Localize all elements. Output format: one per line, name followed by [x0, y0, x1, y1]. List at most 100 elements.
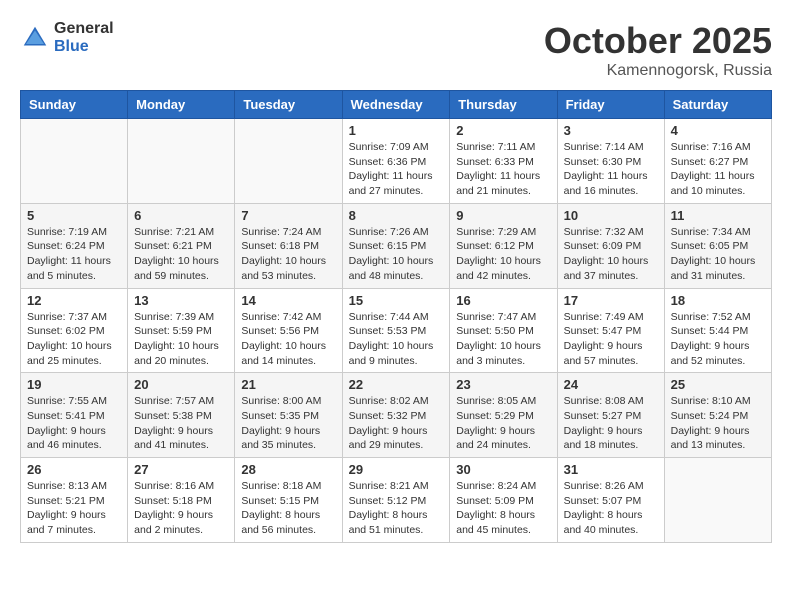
- calendar-week-row: 12 Sunrise: 7:37 AM Sunset: 6:02 PM Dayli…: [21, 288, 772, 373]
- calendar-cell: 10Sunrise: 7:32 AM Sunset: 6:09 PM Dayli…: [557, 203, 664, 288]
- calendar-cell: 29 Sunrise: 8:21 AM Sunset: 5:12 PM Dayli…: [342, 458, 450, 543]
- month-title: October 2025: [544, 20, 772, 62]
- weekday-header: Tuesday: [235, 91, 342, 119]
- calendar: SundayMondayTuesdayWednesdayThursdayFrid…: [20, 90, 772, 543]
- day-number: 14: [241, 293, 335, 308]
- day-info: Sunrise: 7:47 AM Sunset: 5:50 PM Dayligh…: [456, 310, 550, 369]
- calendar-cell: 12 Sunrise: 7:37 AM Sunset: 6:02 PM Dayli…: [21, 288, 128, 373]
- calendar-week-row: 19 Sunrise: 7:55 AM Sunset: 5:41 PM Dayli…: [21, 373, 772, 458]
- calendar-cell: 4Sunrise: 7:16 AM Sunset: 6:27 PM Daylig…: [664, 119, 771, 204]
- day-number: 11: [671, 208, 765, 223]
- calendar-cell: [128, 119, 235, 204]
- calendar-cell: 17Sunrise: 7:49 AM Sunset: 5:47 PM Dayli…: [557, 288, 664, 373]
- day-number: 5: [27, 208, 121, 223]
- calendar-cell: 5 Sunrise: 7:19 AM Sunset: 6:24 PM Daylig…: [21, 203, 128, 288]
- day-number: 7: [241, 208, 335, 223]
- calendar-cell: 14Sunrise: 7:42 AM Sunset: 5:56 PM Dayli…: [235, 288, 342, 373]
- calendar-cell: 9 Sunrise: 7:29 AM Sunset: 6:12 PM Daylig…: [450, 203, 557, 288]
- logo: General Blue: [20, 20, 114, 55]
- day-info: Sunrise: 7:11 AM Sunset: 6:33 PM Dayligh…: [456, 140, 550, 199]
- day-number: 18: [671, 293, 765, 308]
- day-number: 26: [27, 462, 121, 477]
- day-number: 12: [27, 293, 121, 308]
- day-info: Sunrise: 8:16 AM Sunset: 5:18 PM Dayligh…: [134, 479, 228, 538]
- calendar-cell: 6Sunrise: 7:21 AM Sunset: 6:21 PM Daylig…: [128, 203, 235, 288]
- day-info: Sunrise: 7:29 AM Sunset: 6:12 PM Dayligh…: [456, 225, 550, 284]
- day-number: 4: [671, 123, 765, 138]
- calendar-cell: 28 Sunrise: 8:18 AM Sunset: 5:15 PM Dayli…: [235, 458, 342, 543]
- day-info: Sunrise: 7:26 AM Sunset: 6:15 PM Dayligh…: [349, 225, 444, 284]
- calendar-week-row: 26Sunrise: 8:13 AM Sunset: 5:21 PM Dayli…: [21, 458, 772, 543]
- day-info: Sunrise: 8:21 AM Sunset: 5:12 PM Dayligh…: [349, 479, 444, 538]
- weekday-header: Thursday: [450, 91, 557, 119]
- day-info: Sunrise: 8:00 AM Sunset: 5:35 PM Dayligh…: [241, 394, 335, 453]
- day-number: 29: [349, 462, 444, 477]
- day-number: 25: [671, 377, 765, 392]
- calendar-cell: [21, 119, 128, 204]
- calendar-cell: 15 Sunrise: 7:44 AM Sunset: 5:53 PM Dayli…: [342, 288, 450, 373]
- day-info: Sunrise: 7:52 AM Sunset: 5:44 PM Dayligh…: [671, 310, 765, 369]
- day-number: 13: [134, 293, 228, 308]
- day-number: 20: [134, 377, 228, 392]
- day-info: Sunrise: 7:14 AM Sunset: 6:30 PM Dayligh…: [564, 140, 658, 199]
- calendar-cell: 30 Sunrise: 8:24 AM Sunset: 5:09 PM Dayli…: [450, 458, 557, 543]
- day-number: 22: [349, 377, 444, 392]
- calendar-cell: 11 Sunrise: 7:34 AM Sunset: 6:05 PM Dayli…: [664, 203, 771, 288]
- calendar-cell: 20 Sunrise: 7:57 AM Sunset: 5:38 PM Dayli…: [128, 373, 235, 458]
- day-number: 23: [456, 377, 550, 392]
- day-info: Sunrise: 8:24 AM Sunset: 5:09 PM Dayligh…: [456, 479, 550, 538]
- logo-general: General: [54, 20, 114, 38]
- day-number: 2: [456, 123, 550, 138]
- day-info: Sunrise: 7:21 AM Sunset: 6:21 PM Dayligh…: [134, 225, 228, 284]
- day-info: Sunrise: 7:44 AM Sunset: 5:53 PM Dayligh…: [349, 310, 444, 369]
- title-block: October 2025 Kamennogorsk, Russia: [544, 20, 772, 80]
- day-number: 31: [564, 462, 658, 477]
- day-info: Sunrise: 7:57 AM Sunset: 5:38 PM Dayligh…: [134, 394, 228, 453]
- day-number: 1: [349, 123, 444, 138]
- day-info: Sunrise: 8:02 AM Sunset: 5:32 PM Dayligh…: [349, 394, 444, 453]
- day-info: Sunrise: 8:08 AM Sunset: 5:27 PM Dayligh…: [564, 394, 658, 453]
- day-info: Sunrise: 7:55 AM Sunset: 5:41 PM Dayligh…: [27, 394, 121, 453]
- calendar-cell: 21 Sunrise: 8:00 AM Sunset: 5:35 PM Dayli…: [235, 373, 342, 458]
- day-number: 21: [241, 377, 335, 392]
- day-info: Sunrise: 8:18 AM Sunset: 5:15 PM Dayligh…: [241, 479, 335, 538]
- calendar-cell: 26Sunrise: 8:13 AM Sunset: 5:21 PM Dayli…: [21, 458, 128, 543]
- weekday-header: Saturday: [664, 91, 771, 119]
- weekday-header: Wednesday: [342, 91, 450, 119]
- day-info: Sunrise: 7:49 AM Sunset: 5:47 PM Dayligh…: [564, 310, 658, 369]
- day-info: Sunrise: 7:19 AM Sunset: 6:24 PM Dayligh…: [27, 225, 121, 284]
- day-info: Sunrise: 7:39 AM Sunset: 5:59 PM Dayligh…: [134, 310, 228, 369]
- day-info: Sunrise: 7:34 AM Sunset: 6:05 PM Dayligh…: [671, 225, 765, 284]
- logo-icon: [20, 23, 50, 53]
- day-info: Sunrise: 7:37 AM Sunset: 6:02 PM Dayligh…: [27, 310, 121, 369]
- day-number: 28: [241, 462, 335, 477]
- calendar-cell: 23 Sunrise: 8:05 AM Sunset: 5:29 PM Dayli…: [450, 373, 557, 458]
- calendar-cell: 16 Sunrise: 7:47 AM Sunset: 5:50 PM Dayli…: [450, 288, 557, 373]
- calendar-cell: 22 Sunrise: 8:02 AM Sunset: 5:32 PM Dayli…: [342, 373, 450, 458]
- calendar-cell: 25Sunrise: 8:10 AM Sunset: 5:24 PM Dayli…: [664, 373, 771, 458]
- day-info: Sunrise: 7:24 AM Sunset: 6:18 PM Dayligh…: [241, 225, 335, 284]
- calendar-cell: [235, 119, 342, 204]
- calendar-cell: 18 Sunrise: 7:52 AM Sunset: 5:44 PM Dayli…: [664, 288, 771, 373]
- logo-blue: Blue: [54, 38, 114, 56]
- day-number: 30: [456, 462, 550, 477]
- day-number: 3: [564, 123, 658, 138]
- day-number: 19: [27, 377, 121, 392]
- calendar-cell: 7 Sunrise: 7:24 AM Sunset: 6:18 PM Daylig…: [235, 203, 342, 288]
- logo-text: General Blue: [54, 20, 114, 55]
- day-number: 9: [456, 208, 550, 223]
- calendar-week-row: 1Sunrise: 7:09 AM Sunset: 6:36 PM Daylig…: [21, 119, 772, 204]
- day-info: Sunrise: 8:05 AM Sunset: 5:29 PM Dayligh…: [456, 394, 550, 453]
- weekday-header: Monday: [128, 91, 235, 119]
- calendar-cell: 3 Sunrise: 7:14 AM Sunset: 6:30 PM Daylig…: [557, 119, 664, 204]
- calendar-week-row: 5 Sunrise: 7:19 AM Sunset: 6:24 PM Daylig…: [21, 203, 772, 288]
- calendar-cell: 24 Sunrise: 8:08 AM Sunset: 5:27 PM Dayli…: [557, 373, 664, 458]
- day-number: 10: [564, 208, 658, 223]
- calendar-cell: 1Sunrise: 7:09 AM Sunset: 6:36 PM Daylig…: [342, 119, 450, 204]
- calendar-cell: 19 Sunrise: 7:55 AM Sunset: 5:41 PM Dayli…: [21, 373, 128, 458]
- day-info: Sunrise: 8:26 AM Sunset: 5:07 PM Dayligh…: [564, 479, 658, 538]
- day-number: 8: [349, 208, 444, 223]
- day-number: 15: [349, 293, 444, 308]
- day-number: 24: [564, 377, 658, 392]
- day-number: 16: [456, 293, 550, 308]
